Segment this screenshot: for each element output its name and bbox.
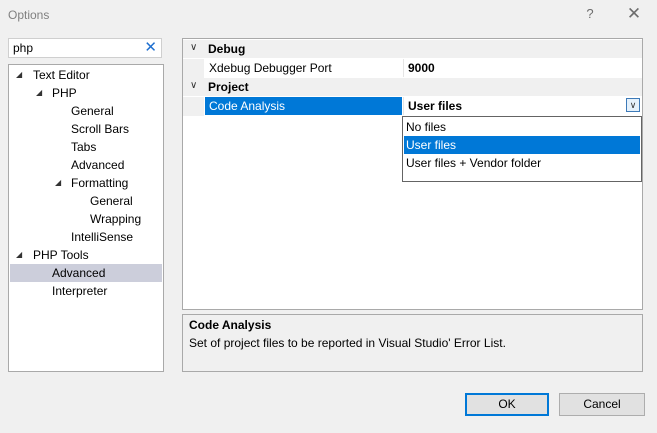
tree-item-label: Advanced — [52, 266, 106, 280]
tree-item-label: Interpreter — [52, 284, 108, 298]
tree-item-formatting[interactable]: ◢ Formatting — [10, 174, 162, 192]
chevron-down-icon[interactable]: ∨ — [626, 98, 640, 112]
tree-item-wrapping[interactable]: Wrapping — [10, 210, 162, 228]
tree-item-interpreter[interactable]: Interpreter — [10, 282, 162, 300]
options-tree: ◢ Text Editor ◢ PHP General Scroll Bars … — [8, 64, 164, 372]
tree-item-label: General — [90, 194, 133, 208]
expanded-arrow-icon[interactable]: ◢ — [16, 246, 22, 264]
expanded-arrow-icon[interactable]: ◢ — [36, 84, 42, 102]
property-value[interactable]: User files — [405, 97, 642, 115]
clear-search-icon[interactable]: ✕ — [144, 39, 157, 57]
property-value[interactable]: 9000 — [405, 59, 642, 77]
collapse-arrow-icon[interactable]: ∨ — [190, 42, 197, 53]
description-panel: Code Analysis Set of project files to be… — [182, 314, 643, 372]
tree-item-label: Advanced — [71, 158, 125, 172]
dropdown-option-user-files[interactable]: User files — [404, 136, 640, 154]
row-gutter — [183, 59, 204, 78]
tree-item-label: Formatting — [71, 176, 129, 190]
property-row-code-analysis[interactable]: Code Analysis User files ∨ — [183, 97, 642, 116]
tree-item-label: Wrapping — [90, 212, 142, 226]
cancel-button[interactable]: Cancel — [559, 393, 645, 416]
property-name: Xdebug Debugger Port — [209, 61, 332, 75]
search-box: ✕ — [8, 38, 162, 58]
category-label: Project — [208, 80, 249, 94]
title-bar: Options ? ✕ — [0, 0, 657, 30]
tree-item-tabs[interactable]: Tabs — [10, 138, 162, 156]
close-button[interactable]: ✕ — [624, 4, 644, 24]
category-project[interactable]: ∨ Project — [183, 78, 642, 96]
property-name: Code Analysis — [205, 97, 402, 115]
tree-item-php-tools[interactable]: ◢ PHP Tools — [10, 246, 162, 264]
search-input[interactable] — [11, 40, 143, 56]
description-text: Set of project files to be reported in V… — [189, 336, 506, 350]
window-title: Options — [8, 8, 50, 22]
tree-item-php-tools-advanced[interactable]: Advanced — [10, 264, 162, 282]
description-title: Code Analysis — [189, 318, 272, 332]
tree-item-label: PHP — [52, 86, 77, 100]
tree-item-label: Tabs — [71, 140, 97, 154]
tree-item-intellisense[interactable]: IntelliSense — [10, 228, 162, 246]
property-row-xdebug-port[interactable]: Xdebug Debugger Port 9000 — [183, 59, 642, 78]
dropdown-option-no-files[interactable]: No files — [404, 118, 640, 136]
expanded-arrow-icon[interactable]: ◢ — [55, 174, 61, 192]
dropdown-option-user-files-vendor[interactable]: User files + Vendor folder — [404, 154, 640, 172]
tree-item-php[interactable]: ◢ PHP — [10, 84, 162, 102]
ok-button[interactable]: OK — [465, 393, 549, 416]
code-analysis-dropdown-list: No files User files User files + Vendor … — [402, 116, 642, 182]
category-label: Debug — [208, 42, 246, 56]
help-button[interactable]: ? — [582, 6, 598, 22]
row-gutter — [183, 97, 204, 116]
tree-item-label: General — [71, 104, 114, 118]
tree-item-label: Scroll Bars — [71, 122, 130, 136]
tree-item-label: IntelliSense — [71, 230, 134, 244]
tree-item-general[interactable]: General — [10, 102, 162, 120]
expanded-arrow-icon[interactable]: ◢ — [16, 66, 22, 84]
tree-item-text-editor[interactable]: ◢ Text Editor — [10, 66, 162, 84]
category-debug[interactable]: ∨ Debug — [183, 40, 642, 58]
tree-item-label: PHP Tools — [33, 248, 89, 262]
tree-item-scroll-bars[interactable]: Scroll Bars — [10, 120, 162, 138]
column-divider — [403, 97, 404, 115]
tree-item-formatting-general[interactable]: General — [10, 192, 162, 210]
collapse-arrow-icon[interactable]: ∨ — [190, 80, 197, 91]
tree-item-advanced[interactable]: Advanced — [10, 156, 162, 174]
tree-item-label: Text Editor — [33, 68, 90, 82]
column-divider — [403, 59, 404, 77]
